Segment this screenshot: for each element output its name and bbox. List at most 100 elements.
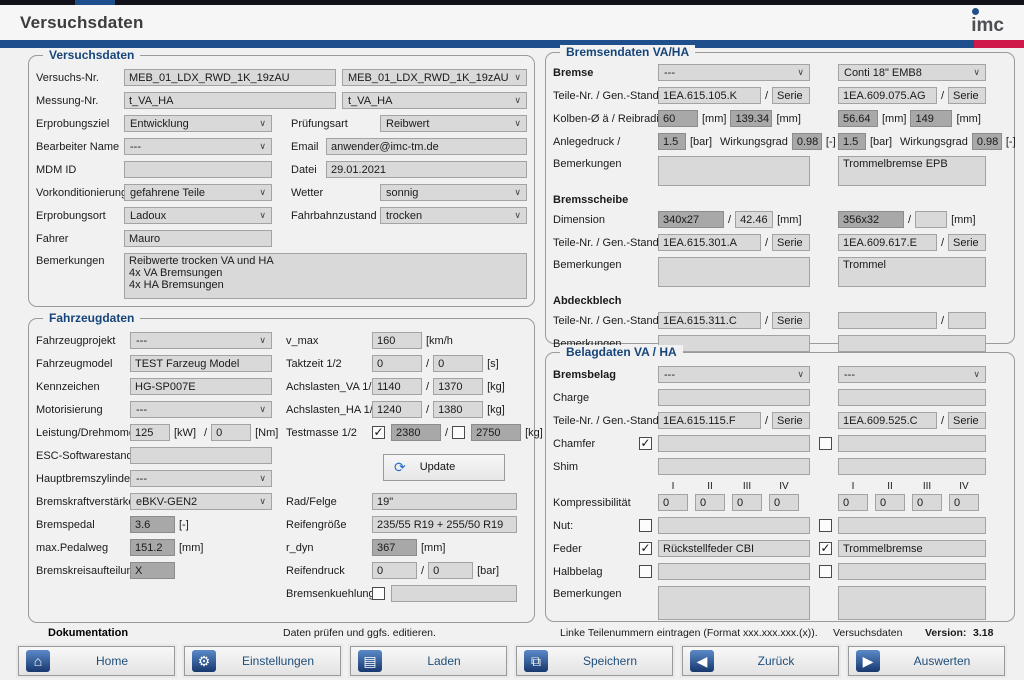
speichern-button[interactable]: ⧉Speichern	[516, 646, 673, 676]
chamfer-ha-checkbox[interactable]	[819, 437, 832, 450]
messung-nr-dropdown[interactable]: t_VA_HA∨	[342, 92, 527, 109]
kompress-va-2[interactable]: 0	[695, 494, 725, 511]
bemerkungen-textarea[interactable]: Reibwerte trocken VA und HA 4x VA Bremsu…	[124, 253, 527, 299]
bremse-va-dropdown[interactable]: ---∨	[658, 64, 810, 81]
reibradius-ha-input[interactable]: 149	[910, 110, 952, 127]
dimension2-ha-input[interactable]	[915, 211, 947, 228]
belag-gen-stand-va-input[interactable]: Serie	[772, 412, 810, 429]
nut-ha-input[interactable]	[838, 517, 986, 534]
fahrzeugprojekt-dropdown[interactable]: ---∨	[130, 332, 272, 349]
achslasten-va2-input[interactable]: 1370	[433, 378, 483, 395]
wetter-dropdown[interactable]: sonnig∨	[380, 184, 527, 201]
kompress-va-3[interactable]: 0	[732, 494, 762, 511]
scheibe-bemerkungen-va[interactable]	[658, 257, 810, 287]
bremse-ha-dropdown[interactable]: Conti 18" EMB8∨	[838, 64, 986, 81]
fahrbahnzustand-dropdown[interactable]: trocken∨	[380, 207, 527, 224]
scheibe-teile-nr-va-input[interactable]: 1EA.615.301.A	[658, 234, 761, 251]
dimension-ha-input[interactable]: 356x32	[838, 211, 904, 228]
teile-nr-ha-input[interactable]: 1EA.609.075.AG	[838, 87, 937, 104]
kolben-va-input[interactable]: 60	[658, 110, 698, 127]
rdyn-input[interactable]: 367	[372, 539, 417, 556]
kolben-ha-input[interactable]: 56.64	[838, 110, 878, 127]
bremse-bemerkungen-va[interactable]	[658, 156, 810, 186]
bremsbelag-va-dropdown[interactable]: ---∨	[658, 366, 810, 383]
teile-nr-va-input[interactable]: 1EA.615.105.K	[658, 87, 761, 104]
feder-ha-checkbox[interactable]: ✓	[819, 542, 832, 555]
reifengroesse-input[interactable]: 235/55 R19 + 255/50 R19	[372, 516, 517, 533]
reifendruck2-input[interactable]: 0	[428, 562, 473, 579]
bremskreisaufteilung-input[interactable]: X	[130, 562, 175, 579]
zurueck-button[interactable]: ◀Zurück	[682, 646, 839, 676]
drehmoment-input[interactable]: 0	[211, 424, 251, 441]
vmax-input[interactable]: 160	[372, 332, 422, 349]
scheibe-gen-stand-va-input[interactable]: Serie	[772, 234, 810, 251]
email-input[interactable]: anwender@imc-tm.de	[326, 138, 527, 155]
bremsenkuehlung-input[interactable]	[391, 585, 517, 602]
nut-va-input[interactable]	[658, 517, 810, 534]
dimension-va-input[interactable]: 340x27	[658, 211, 724, 228]
belag-teile-nr-ha-input[interactable]: 1EA.609.525.C	[838, 412, 937, 429]
erprobungsort-dropdown[interactable]: Ladoux∨	[124, 207, 272, 224]
halbbelag-va-checkbox[interactable]	[639, 565, 652, 578]
feder-va-input[interactable]: Rückstellfeder CBI	[658, 540, 810, 557]
belag-bemerkungen-va[interactable]	[658, 586, 810, 620]
reifendruck1-input[interactable]: 0	[372, 562, 417, 579]
charge-va-input[interactable]	[658, 389, 810, 406]
shim-ha-input[interactable]	[838, 458, 986, 475]
reibradius-va-input[interactable]: 139.34	[730, 110, 772, 127]
home-button[interactable]: ⌂Home	[18, 646, 175, 676]
wirkungsgrad-va-input[interactable]: 0.98	[792, 133, 822, 150]
gen-stand-va-input[interactable]: Serie	[772, 87, 810, 104]
esc-softwarestand-input[interactable]	[130, 447, 272, 464]
anlegedruck-ha-input[interactable]: 1.5	[838, 133, 866, 150]
bremsenkuehlung-checkbox[interactable]	[372, 587, 385, 600]
kompress-va-1[interactable]: 0	[658, 494, 688, 511]
pruefungsart-dropdown[interactable]: Reibwert∨	[380, 115, 527, 132]
achslasten-ha2-input[interactable]: 1380	[433, 401, 483, 418]
shim-va-input[interactable]	[658, 458, 810, 475]
bremse-bemerkungen-ha[interactable]: Trommelbremse EPB	[838, 156, 986, 186]
bremskraftverstaerker-dropdown[interactable]: eBKV-GEN2∨	[130, 493, 272, 510]
belag-bemerkungen-ha[interactable]	[838, 586, 986, 620]
dimension2-va-input[interactable]: 42.46	[735, 211, 773, 228]
chamfer-va-input[interactable]	[658, 435, 810, 452]
achslasten-va1-input[interactable]: 1140	[372, 378, 422, 395]
belag-teile-nr-va-input[interactable]: 1EA.615.115.F	[658, 412, 761, 429]
testmasse1-checkbox[interactable]: ✓	[372, 426, 385, 439]
halbbelag-va-input[interactable]	[658, 563, 810, 580]
chamfer-ha-input[interactable]	[838, 435, 986, 452]
scheibe-teile-nr-ha-input[interactable]: 1EA.609.617.E	[838, 234, 937, 251]
scheibe-gen-stand-ha-input[interactable]: Serie	[948, 234, 986, 251]
bremspedal-input[interactable]: 3.6	[130, 516, 175, 533]
kennzeichen-input[interactable]: HG-SP007E	[130, 378, 272, 395]
fahrzeugmodel-input[interactable]: TEST Farzeug Model	[130, 355, 272, 372]
feder-va-checkbox[interactable]: ✓	[639, 542, 652, 555]
leistung-input[interactable]: 125	[130, 424, 170, 441]
abdeckblech-bemerkungen-ha[interactable]	[838, 335, 986, 352]
nut-va-checkbox[interactable]	[639, 519, 652, 532]
halbbelag-ha-input[interactable]	[838, 563, 986, 580]
taktzeit1-input[interactable]: 0	[372, 355, 422, 372]
kompress-ha-3[interactable]: 0	[912, 494, 942, 511]
gen-stand-ha-input[interactable]: Serie	[948, 87, 986, 104]
einstellungen-button[interactable]: ⚙Einstellungen	[184, 646, 341, 676]
mdm-id-input[interactable]	[124, 161, 272, 178]
testmasse1-input[interactable]: 2380	[391, 424, 441, 441]
feder-ha-input[interactable]: Trommelbremse	[838, 540, 986, 557]
kompress-ha-4[interactable]: 0	[949, 494, 979, 511]
rad-felge-input[interactable]: 19"	[372, 493, 517, 510]
abdeckblech-gen-stand-ha-input[interactable]	[948, 312, 986, 329]
scheibe-bemerkungen-ha[interactable]: Trommel	[838, 257, 986, 287]
fahrer-input[interactable]: Mauro	[124, 230, 272, 247]
messung-nr-input[interactable]: t_VA_HA	[124, 92, 336, 109]
bearbeiter-name-dropdown[interactable]: ---∨	[124, 138, 272, 155]
testmasse2-input[interactable]: 2750	[471, 424, 521, 441]
motorisierung-dropdown[interactable]: ---∨	[130, 401, 272, 418]
auswerten-button[interactable]: ▶Auswerten	[848, 646, 1005, 676]
abdeckblech-teile-nr-va-input[interactable]: 1EA.615.311.C	[658, 312, 761, 329]
datei-input[interactable]: 29.01.2021	[326, 161, 527, 178]
vorkonditionierung-dropdown[interactable]: gefahrene Teile∨	[124, 184, 272, 201]
kompress-ha-2[interactable]: 0	[875, 494, 905, 511]
erprobungsziel-dropdown[interactable]: Entwicklung∨	[124, 115, 272, 132]
chamfer-va-checkbox[interactable]: ✓	[639, 437, 652, 450]
